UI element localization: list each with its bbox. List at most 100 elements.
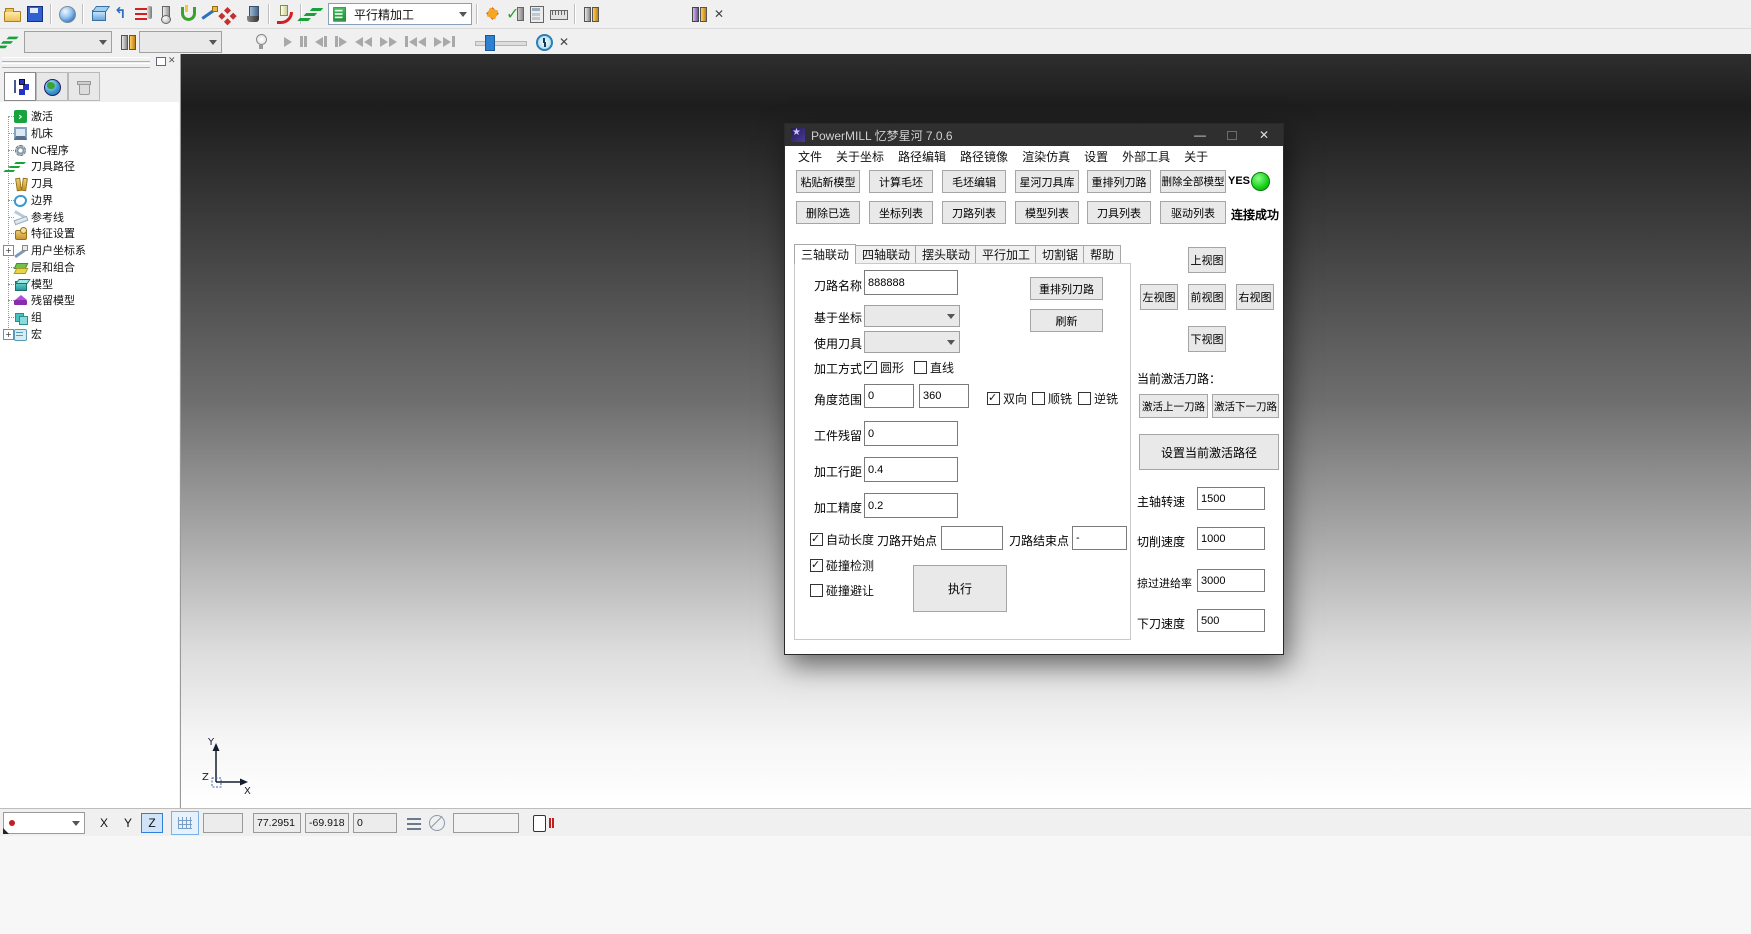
expand-workplanes-icon[interactable]: + [3, 245, 14, 256]
panel-close-icon[interactable]: ✕ [168, 56, 176, 66]
tree-item-workplanes[interactable]: 用户坐标系 [14, 242, 86, 258]
tab-explorer-tree[interactable] [4, 72, 36, 101]
tree-item-groups[interactable]: 组 [14, 309, 42, 325]
paste-new-model-button[interactable]: 粘贴新模型 [796, 170, 860, 193]
menu-render-sim[interactable]: 渲染仿真 [1015, 148, 1077, 165]
tool-list-button[interactable]: 刀具列表 [1087, 201, 1151, 224]
pause-button[interactable] [300, 36, 307, 47]
menu-external-tools[interactable]: 外部工具 [1115, 148, 1177, 165]
block-icon[interactable] [89, 4, 109, 24]
tree-item-boundaries[interactable]: 边界 [14, 192, 53, 208]
tools-pair-icon[interactable] [581, 4, 601, 24]
panel-grip[interactable] [2, 57, 150, 62]
collision-check-checkbox[interactable] [810, 559, 823, 572]
tree-item-activate[interactable]: 激活 [14, 108, 53, 124]
step-back-button[interactable] [315, 36, 327, 47]
coord-y-field[interactable]: -69.918 [305, 813, 349, 833]
rearrange-button[interactable]: 重排列刀路 [1030, 277, 1103, 300]
cutting-feed-input[interactable] [1197, 527, 1265, 550]
minimize-button[interactable]: — [1183, 124, 1217, 146]
tree-item-levels[interactable]: 层和组合 [14, 259, 75, 275]
tab-explorer-web[interactable] [36, 72, 68, 101]
snap-combo[interactable] [3, 812, 85, 834]
machining-strategy-combo[interactable]: 平行精加工 [328, 3, 472, 25]
activate-prev-button[interactable]: 激活上一刀路 [1139, 394, 1208, 418]
tree-item-tools[interactable]: 刀具 [14, 175, 53, 191]
toolbar-close-icon[interactable]: ✕ [710, 5, 728, 23]
auto-length-checkbox[interactable] [810, 533, 823, 546]
collision-icon[interactable] [177, 4, 197, 24]
close-button[interactable]: ✕ [1247, 124, 1281, 146]
tool-arc-icon[interactable] [275, 4, 295, 24]
shading-icon[interactable] [57, 4, 77, 24]
toolpath-list-button[interactable]: 刀路列表 [942, 201, 1006, 224]
toolpaths-icon[interactable] [307, 4, 327, 24]
toolpath-wizard-icon[interactable] [111, 4, 131, 24]
coord-x-field[interactable]: 77.2951 [253, 813, 301, 833]
panel-float-icon[interactable] [156, 57, 166, 66]
tool-icon[interactable] [118, 32, 138, 52]
axis-z-button[interactable]: Z [141, 813, 163, 833]
execute-button[interactable]: 执行 [913, 565, 1007, 612]
angle-start-input[interactable] [864, 384, 914, 408]
tab-parallel[interactable]: 平行加工 [975, 245, 1037, 263]
block-edit-button[interactable]: 毛坯编辑 [942, 170, 1006, 193]
view-top-button[interactable]: 上视图 [1188, 247, 1226, 273]
coord-list-button[interactable]: 坐标列表 [869, 201, 933, 224]
step-forward-button[interactable] [335, 36, 347, 47]
calculator-icon[interactable] [527, 4, 547, 24]
tree-item-feature-sets[interactable]: 特征设置 [14, 225, 75, 241]
spindle-speed-input[interactable] [1197, 487, 1265, 510]
tool-library-button[interactable]: 星河刀具库 [1015, 170, 1079, 193]
tree-item-machine[interactable]: 机床 [14, 125, 53, 141]
stock-input[interactable] [864, 421, 958, 446]
view-left-button[interactable]: 左视图 [1140, 284, 1178, 310]
speed-slider[interactable] [475, 35, 527, 49]
tree-item-models[interactable]: 模型 [14, 276, 53, 292]
tab-saw[interactable]: 切割锯 [1035, 245, 1085, 263]
fast-forward-button[interactable] [380, 37, 397, 47]
tab-help[interactable]: 帮助 [1083, 245, 1121, 263]
go-to-start-button[interactable] [405, 36, 426, 47]
slider-thumb[interactable] [485, 35, 495, 51]
menu-path-edit[interactable]: 路径编辑 [891, 148, 953, 165]
toolbar-close-icon[interactable]: ✕ [555, 33, 573, 51]
go-to-end-button[interactable] [434, 36, 455, 47]
snap-value-field[interactable] [203, 813, 243, 833]
rearrange-toolpaths-button[interactable]: 重排列刀路 [1087, 170, 1151, 193]
activate-next-button[interactable]: 激活下一刀路 [1212, 394, 1279, 418]
menu-about[interactable]: 关于 [1177, 148, 1215, 165]
drive-list-button[interactable]: 驱动列表 [1160, 201, 1226, 224]
stepover-input[interactable] [864, 457, 958, 482]
view-front-button[interactable]: 前视图 [1188, 284, 1226, 310]
coord-combo[interactable] [864, 305, 960, 327]
clipboard-icon[interactable] [533, 815, 546, 832]
panel-grip[interactable] [2, 63, 150, 68]
tree-item-stock-models[interactable]: 残留模型 [14, 292, 75, 308]
rewind-button[interactable] [355, 37, 372, 47]
stock-icon[interactable] [133, 4, 153, 24]
pattern-icon[interactable] [221, 4, 241, 24]
star-tool-icon[interactable] [483, 4, 503, 24]
view-right-button[interactable]: 右视图 [1236, 284, 1274, 310]
plunge-feed-input[interactable] [1197, 609, 1265, 632]
angle-end-input[interactable] [919, 384, 969, 408]
open-icon[interactable] [3, 4, 23, 24]
tool-holder-icon[interactable] [243, 4, 263, 24]
delete-all-models-button[interactable]: 删除全部模型 [1160, 170, 1226, 193]
tree-item-toolpaths[interactable]: 刀具路径 [14, 158, 75, 174]
tree-item-patterns[interactable]: 参考线 [14, 209, 64, 225]
tree-item-nc-program[interactable]: NC程序 [14, 142, 69, 158]
calc-block-button[interactable]: 计算毛坯 [869, 170, 933, 193]
tab-head-tilt[interactable]: 摆头联动 [915, 245, 977, 263]
locate-icon[interactable] [429, 815, 445, 831]
expand-macros-icon[interactable]: + [3, 329, 14, 340]
clock-icon[interactable] [534, 32, 554, 52]
toolpaths-icon[interactable] [4, 33, 22, 51]
axis-y-button[interactable]: Y [117, 813, 139, 833]
view-bottom-button[interactable]: 下视图 [1188, 326, 1226, 352]
collision-avoid-checkbox[interactable] [810, 584, 823, 597]
grid-toggle-button[interactable] [171, 811, 199, 835]
start-point-input[interactable] [941, 526, 1003, 550]
coord-z-field[interactable]: 0 [353, 813, 397, 833]
